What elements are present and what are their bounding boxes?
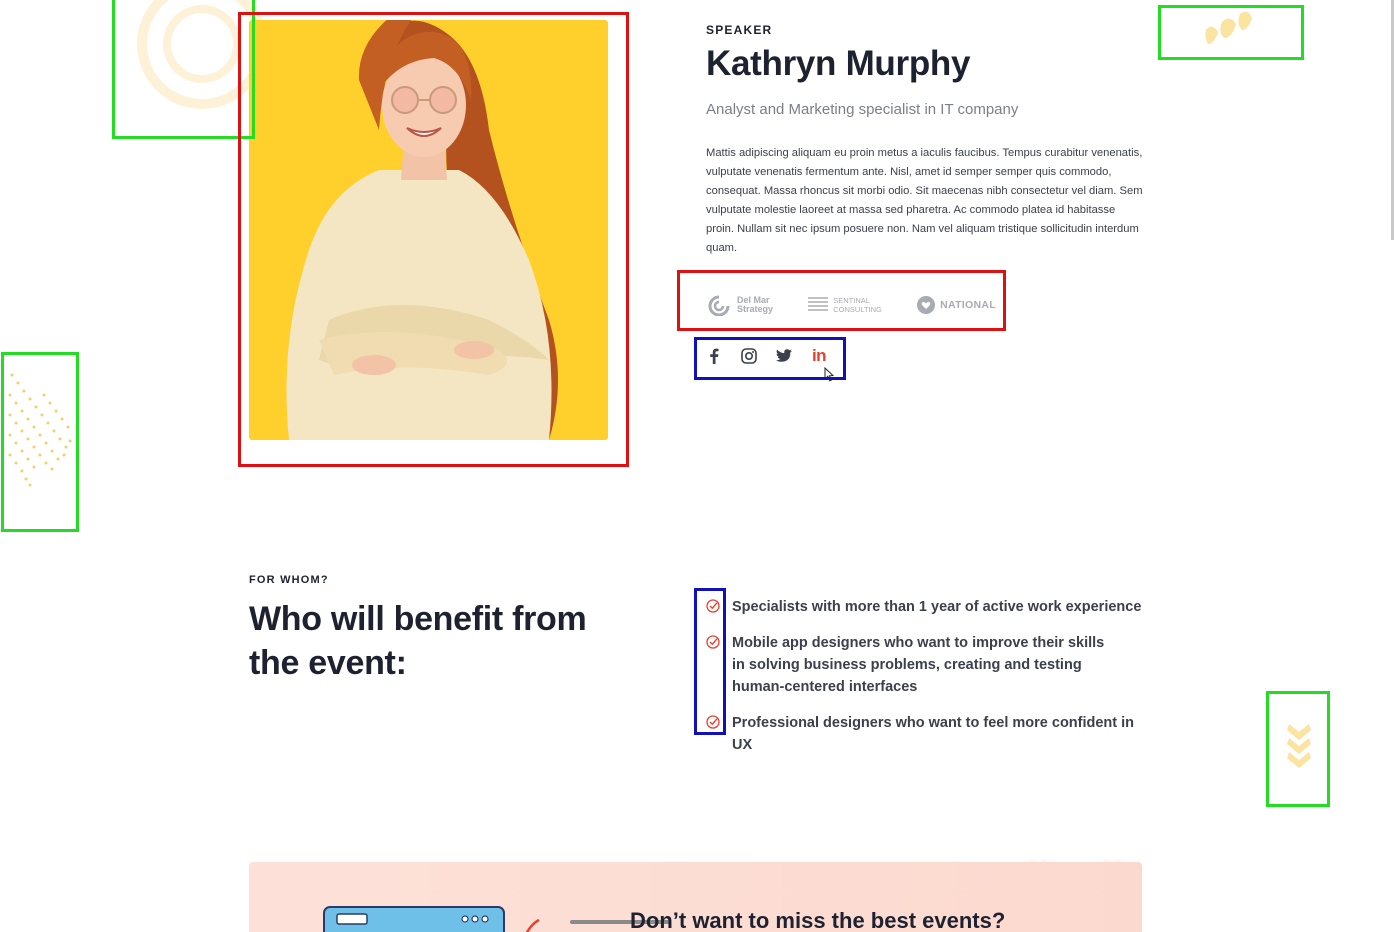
speaker-role: Analyst and Marketing specialist in IT c… — [706, 101, 1019, 118]
for-whom-title: Who will benefit from the event: — [249, 600, 587, 682]
list-item: Specialists with more than 1 year of act… — [706, 596, 1146, 618]
list-item: Mobile app designers who want to improve… — [706, 632, 1146, 698]
benefit-text: Specialists with more than 1 year of act… — [732, 599, 1142, 615]
for-whom-eyebrow: FOR WHOM? — [249, 574, 329, 586]
annotation-box-green — [1158, 5, 1304, 60]
list-item: Professional designers who want to feel … — [706, 712, 1146, 756]
annotation-box-blue — [694, 337, 846, 380]
benefit-text: Mobile app designers who want to improve… — [732, 635, 1105, 695]
annotation-box-red — [677, 270, 1006, 331]
speaker-bio: Mattis adipiscing aliquam eu proin metus… — [706, 147, 1143, 254]
spark-decoration-icon — [525, 918, 540, 932]
benefit-text: Professional designers who want to feel … — [732, 715, 1135, 753]
speaker-name: Kathryn Murphy — [706, 44, 971, 83]
annotation-box-green — [1, 352, 79, 532]
annotation-box-blue — [694, 588, 726, 735]
browser-illustration-icon — [323, 906, 505, 932]
newsletter-title: Don’t want to miss the best events? — [630, 908, 1006, 932]
benefits-list: Specialists with more than 1 year of act… — [706, 596, 1146, 770]
annotation-box-green — [1266, 691, 1330, 807]
speaker-eyebrow: SPEAKER — [706, 23, 773, 37]
annotation-box-green — [112, 0, 255, 139]
annotation-box-red — [238, 12, 629, 467]
